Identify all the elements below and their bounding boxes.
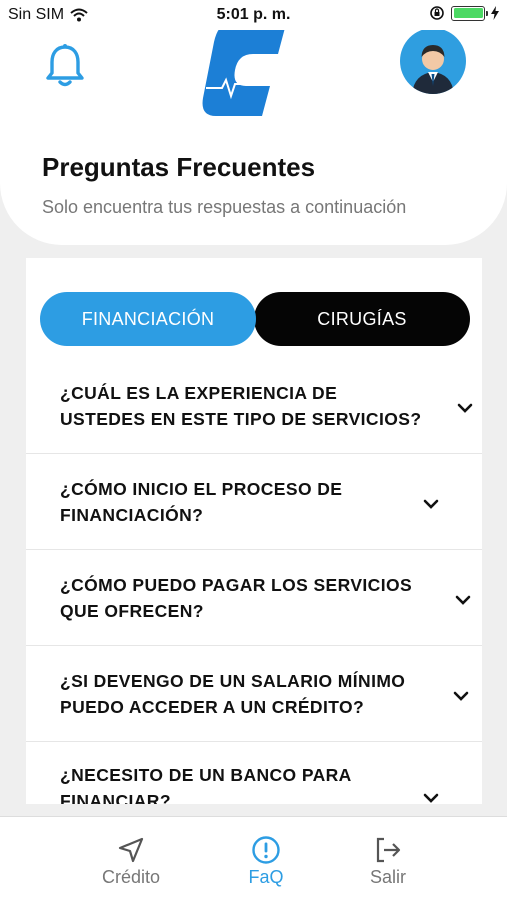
faq-card: FINANCIACIÓN CIRUGÍAS ¿CUÁL ES LA EXPERI…	[26, 258, 482, 804]
nav-label: FaQ	[248, 867, 284, 887]
bell-icon[interactable]	[44, 42, 86, 88]
faq-question: ¿CUÁL ES LA EXPERIENCIA DE USTEDES EN ES…	[60, 382, 422, 429]
faq-question: ¿CÓMO INICIO EL PROCESO DE FINANCIACIÓN?	[60, 478, 343, 525]
nav-label: Salir	[369, 867, 406, 887]
faq-item[interactable]: ¿NECESITO DE UN BANCO PARA FINANCIAR?	[26, 742, 482, 804]
status-bar: Sin SIM 5:01 p. m.	[0, 0, 507, 30]
logout-icon	[376, 837, 401, 863]
page-title: Preguntas Frecuentes	[42, 152, 316, 182]
status-right	[429, 5, 499, 21]
exclamation-circle-icon	[252, 836, 280, 864]
faq-question: ¿NECESITO DE UN BANCO PARA FINANCIAR?	[60, 765, 352, 804]
chevron-down-icon[interactable]	[422, 792, 440, 804]
page-subtitle: Solo encuentra tus respuestas a continua…	[42, 197, 407, 217]
bottom-nav: Crédito FaQ Salir	[0, 816, 507, 900]
nav-label: Crédito	[101, 867, 161, 887]
faq-item[interactable]: ¿SI DEVENGO DE UN SALARIO MÍNIMO PUEDO A…	[26, 646, 482, 742]
nav-item-salir[interactable]: Salir	[328, 817, 448, 900]
user-avatar[interactable]	[400, 28, 466, 94]
faq-item[interactable]: ¿CÓMO PUEDO PAGAR LOS SERVICIOS QUE OFRE…	[26, 550, 482, 646]
chevron-down-icon[interactable]	[454, 594, 472, 606]
nav-item-faq[interactable]: FaQ	[206, 817, 326, 900]
chevron-down-icon[interactable]	[452, 690, 470, 702]
header: Preguntas Frecuentes Solo encuentra tus …	[0, 0, 507, 245]
user-avatar-icon	[412, 45, 454, 94]
navigation-arrow-icon	[118, 837, 144, 863]
chevron-down-icon[interactable]	[456, 402, 474, 414]
faq-list: ¿CUÁL ES LA EXPERIENCIA DE USTEDES EN ES…	[26, 358, 482, 804]
tab-cirugias[interactable]: CIRUGÍAS	[254, 292, 470, 346]
battery-icon	[451, 5, 488, 21]
tab-financiacion[interactable]: FINANCIACIÓN	[40, 292, 256, 346]
category-tabs: FINANCIACIÓN CIRUGÍAS	[40, 292, 470, 346]
brand-logo-icon	[202, 24, 286, 116]
faq-item[interactable]: ¿CUÁL ES LA EXPERIENCIA DE USTEDES EN ES…	[26, 358, 482, 454]
faq-question: ¿CÓMO PUEDO PAGAR LOS SERVICIOS QUE OFRE…	[60, 574, 413, 621]
faq-item[interactable]: ¿CÓMO INICIO EL PROCESO DE FINANCIACIÓN?	[26, 454, 482, 550]
nav-item-credito[interactable]: Crédito	[71, 817, 191, 900]
faq-question: ¿SI DEVENGO DE UN SALARIO MÍNIMO PUEDO A…	[60, 670, 406, 717]
orientation-lock-icon	[430, 6, 444, 20]
chevron-down-icon[interactable]	[422, 498, 440, 510]
charging-bolt-icon	[491, 6, 499, 20]
